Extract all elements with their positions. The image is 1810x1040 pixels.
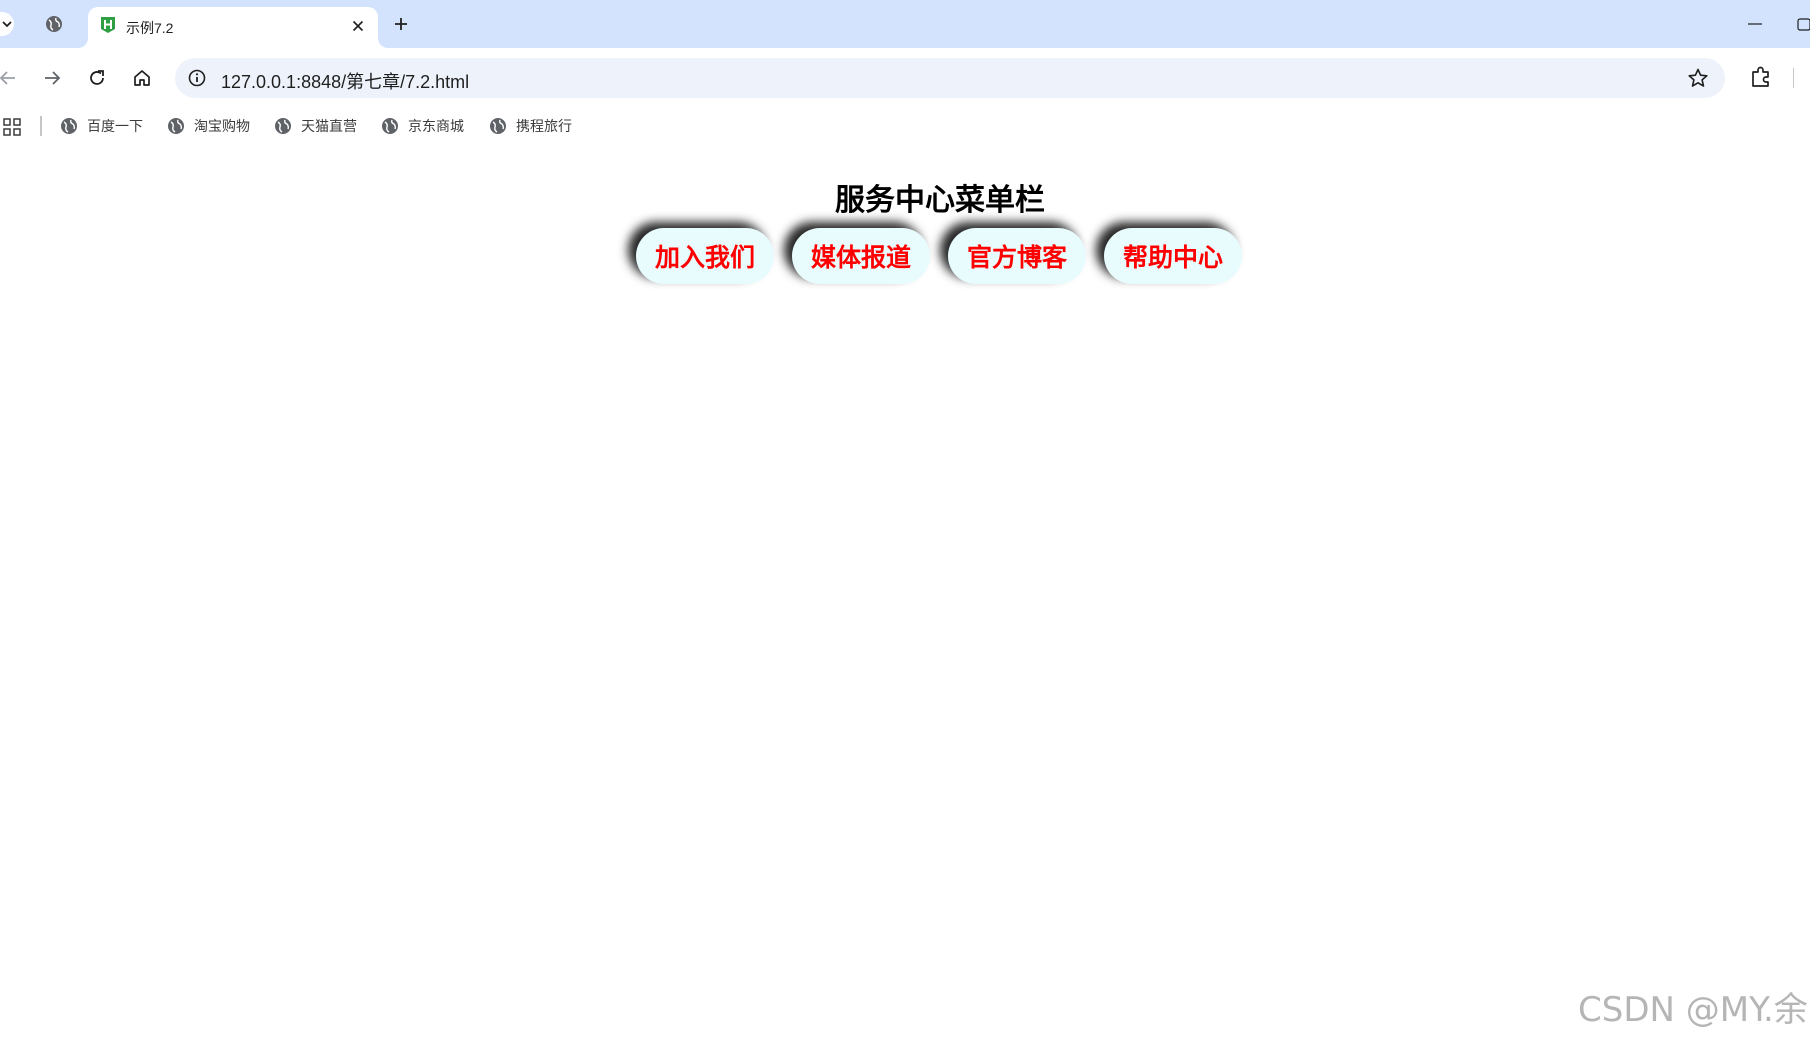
toolbar-divider <box>1793 68 1794 88</box>
globe-icon <box>168 118 184 134</box>
info-icon[interactable] <box>187 68 207 88</box>
reload-button[interactable] <box>83 64 111 92</box>
tab-close-button[interactable] <box>348 16 368 36</box>
home-button[interactable] <box>128 64 156 92</box>
bookmark-label: 天猫直营 <box>301 118 357 134</box>
bookmarks-bar: 百度一下 淘宝购物 天猫直营 京东商城 携程旅行 <box>0 110 1810 142</box>
tab-title: 示例7.2 <box>126 20 174 36</box>
menu-item-media-reports[interactable]: 媒体报道 <box>792 228 930 284</box>
arrow-right-icon <box>45 71 61 85</box>
bookmark-tmall[interactable]: 天猫直营 <box>274 114 357 138</box>
globe-icon <box>61 118 77 134</box>
arrow-left-icon <box>0 71 15 85</box>
service-menu: 加入我们 媒体报道 官方博客 帮助中心 <box>636 228 1242 286</box>
minimize-button[interactable] <box>1740 14 1770 34</box>
tab-search-button[interactable] <box>0 12 14 36</box>
bookmark-jd[interactable]: 京东商城 <box>381 114 464 138</box>
hbuilder-favicon-icon <box>101 17 115 33</box>
maximize-button[interactable] <box>1795 14 1810 34</box>
maximize-icon <box>1797 18 1810 31</box>
bookmark-label: 淘宝购物 <box>194 118 250 134</box>
extensions-icon[interactable] <box>1748 64 1774 90</box>
globe-icon <box>275 118 291 134</box>
bookmark-label: 携程旅行 <box>516 118 572 134</box>
active-tab[interactable]: 示例7.2 <box>88 7 378 48</box>
chevron-down-icon <box>2 21 12 28</box>
browser-window: 示例7.2 127.0.0.1:8848/第七章/7.2.html 百度一下 淘… <box>0 0 1810 1040</box>
bookmark-label: 百度一下 <box>87 118 143 134</box>
menu-item-official-blog[interactable]: 官方博客 <box>948 228 1086 284</box>
back-button[interactable] <box>0 64 22 92</box>
globe-icon <box>382 118 398 134</box>
address-bar[interactable]: 127.0.0.1:8848/第七章/7.2.html <box>175 58 1725 98</box>
tab-strip: 示例7.2 <box>0 0 1810 48</box>
menu-item-help-center[interactable]: 帮助中心 <box>1104 228 1242 284</box>
bookmark-label: 京东商城 <box>408 118 464 134</box>
new-tab-button[interactable] <box>390 13 412 35</box>
page-title: 服务中心菜单栏 <box>835 183 1045 218</box>
apps-grid-icon[interactable] <box>3 118 21 136</box>
toolbar: 127.0.0.1:8848/第七章/7.2.html <box>0 48 1810 110</box>
home-icon <box>134 70 150 86</box>
bookmark-ctrip[interactable]: 携程旅行 <box>489 114 572 138</box>
globe-icon <box>490 118 506 134</box>
globe-icon <box>46 16 62 32</box>
watermark: CSDN @MY.余 <box>1578 990 1808 1030</box>
forward-button[interactable] <box>38 64 66 92</box>
bookmark-taobao[interactable]: 淘宝购物 <box>167 114 250 138</box>
close-icon <box>352 20 364 32</box>
star-icon[interactable] <box>1687 67 1709 89</box>
url-text[interactable]: 127.0.0.1:8848/第七章/7.2.html <box>221 68 469 94</box>
page-content: 服务中心菜单栏 加入我们 媒体报道 官方博客 帮助中心 <box>0 142 1810 1040</box>
inactive-tab[interactable] <box>40 12 68 36</box>
reload-icon <box>90 70 104 85</box>
bookmark-baidu[interactable]: 百度一下 <box>60 114 143 138</box>
minimize-icon <box>1748 23 1762 25</box>
bookmarks-divider <box>40 116 42 136</box>
menu-item-join-us[interactable]: 加入我们 <box>636 228 774 284</box>
plus-icon <box>395 18 407 30</box>
